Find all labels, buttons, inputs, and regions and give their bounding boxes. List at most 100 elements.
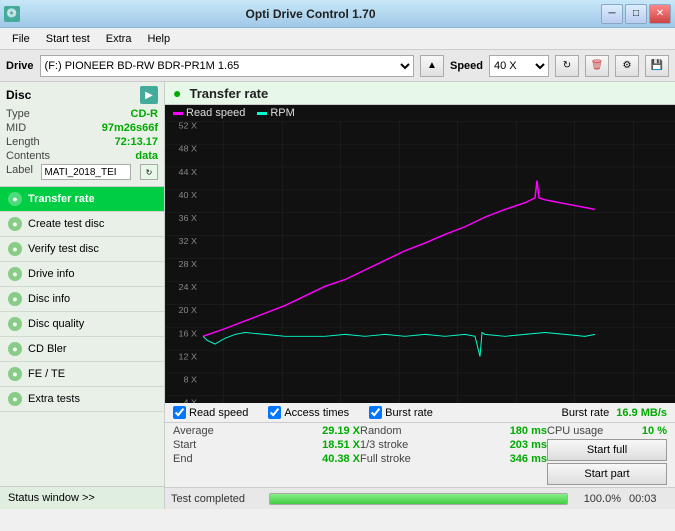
sidebar-item-create-test-disc[interactable]: ● Create test disc (0, 212, 164, 237)
disc-label-input[interactable] (41, 164, 131, 180)
drive-save-button[interactable]: 💾 (645, 55, 669, 77)
minimize-button[interactable]: ─ (601, 4, 623, 24)
status-text: Test completed (171, 493, 261, 505)
disc-label-label: Label (6, 164, 33, 180)
drive-config-button1[interactable]: 🗑 (585, 55, 609, 77)
nav-label-cd-bler: CD Bler (28, 343, 67, 355)
nav-label-disc-info: Disc info (28, 293, 70, 305)
legend-rpm: RPM (257, 107, 294, 119)
drive-config-button2[interactable]: ⚙ (615, 55, 639, 77)
menu-bar: File Start test Extra Help (0, 28, 675, 50)
disc-length-row: Length 72:13.17 (6, 136, 158, 148)
chart-svg: 52 X 48 X 44 X 40 X 36 X 32 X 28 X 24 X … (165, 121, 675, 403)
cd-bler-icon: ● (8, 342, 22, 356)
drive-select[interactable]: (F:) PIONEER BD-RW BDR-PR1M 1.65 (40, 55, 414, 77)
checkbox-burst-rate-label: Burst rate (385, 407, 433, 419)
menu-start-test[interactable]: Start test (38, 31, 98, 47)
stat-1-3-stroke-value: 203 ms (492, 439, 547, 451)
app-icon: 💿 (4, 6, 20, 22)
checkbox-access-times-label: Access times (284, 407, 349, 419)
sidebar-item-transfer-rate[interactable]: ● Transfer rate (0, 187, 164, 212)
stat-start-label: Start (173, 439, 196, 451)
checkboxes-row: Read speed Access times Burst rate Burst… (165, 403, 675, 423)
checkbox-access-times-input[interactable] (268, 406, 281, 419)
extra-tests-icon: ● (8, 392, 22, 406)
nav-label-transfer-rate: Transfer rate (28, 193, 95, 205)
stats-col2: Random 180 ms 1/3 stroke 203 ms Full str… (360, 425, 547, 485)
sidebar-item-drive-info[interactable]: ● Drive info (0, 262, 164, 287)
svg-text:52 X: 52 X (179, 121, 198, 131)
stat-random-value: 180 ms (492, 425, 547, 437)
stat-end-value: 40.38 X (305, 453, 360, 465)
stat-end-label: End (173, 453, 193, 465)
sidebar-item-disc-info[interactable]: ● Disc info (0, 287, 164, 312)
chart-area: Read speed RPM (165, 105, 675, 403)
svg-text:32 X: 32 X (179, 236, 198, 246)
svg-text:24 X: 24 X (179, 282, 198, 292)
svg-text:44 X: 44 X (179, 167, 198, 177)
stat-average: Average 29.19 X (173, 425, 360, 437)
chart-legend: Read speed RPM (165, 105, 675, 121)
transfer-rate-icon: ● (8, 192, 22, 206)
nav-label-drive-info: Drive info (28, 268, 74, 280)
stat-end: End 40.38 X (173, 453, 360, 465)
create-test-disc-icon: ● (8, 217, 22, 231)
checkbox-read-speed-input[interactable] (173, 406, 186, 419)
start-part-button[interactable]: Start part (547, 463, 667, 485)
cpu-usage-label: CPU usage (547, 425, 603, 437)
stats-col1: Average 29.19 X Start 18.51 X End 40.38 … (173, 425, 360, 485)
checkbox-burst-rate[interactable]: Burst rate (369, 406, 433, 419)
disc-section: Disc ▶ Type CD-R MID 97m26s66f Length 72… (0, 82, 164, 187)
disc-contents-label: Contents (6, 150, 50, 162)
menu-extra[interactable]: Extra (98, 31, 140, 47)
checkbox-burst-rate-input[interactable] (369, 406, 382, 419)
disc-label-refresh-button[interactable]: ↻ (140, 164, 158, 180)
disc-arrow-button[interactable]: ▶ (140, 86, 158, 104)
sidebar-item-verify-test-disc[interactable]: ● Verify test disc (0, 237, 164, 262)
stat-full-stroke: Full stroke 346 ms (360, 453, 547, 465)
svg-text:36 X: 36 X (179, 213, 198, 223)
legend-read-speed: Read speed (173, 107, 245, 119)
legend-rpm-label: RPM (270, 107, 294, 119)
speed-select[interactable]: 40 X (489, 55, 549, 77)
sidebar-item-cd-bler[interactable]: ● CD Bler (0, 337, 164, 362)
cpu-usage-value: 10 % (612, 425, 667, 437)
speed-apply-button[interactable]: ↻ (555, 55, 579, 77)
close-button[interactable]: ✕ (649, 4, 671, 24)
checkbox-access-times[interactable]: Access times (268, 406, 349, 419)
progress-track (269, 493, 568, 505)
legend-rpm-color (257, 112, 267, 115)
sidebar-item-disc-quality[interactable]: ● Disc quality (0, 312, 164, 337)
menu-file[interactable]: File (4, 31, 38, 47)
disc-info-icon: ● (8, 292, 22, 306)
maximize-button[interactable]: □ (625, 4, 647, 24)
disc-mid-row: MID 97m26s66f (6, 122, 158, 134)
drive-eject-button[interactable]: ▲ (420, 55, 444, 77)
svg-text:40 X: 40 X (179, 190, 198, 200)
legend-read-speed-label: Read speed (186, 107, 245, 119)
time-display: 00:03 (629, 493, 669, 505)
stats-col3: CPU usage 10 % Start full Start part (547, 425, 667, 485)
disc-contents-value: data (135, 150, 158, 162)
nav-label-verify-test-disc: Verify test disc (28, 243, 99, 255)
nav-label-fe-te: FE / TE (28, 368, 65, 380)
checkbox-read-speed[interactable]: Read speed (173, 406, 248, 419)
status-window-button[interactable]: Status window >> (0, 486, 164, 509)
menu-help[interactable]: Help (139, 31, 178, 47)
sidebar-item-fe-te[interactable]: ● FE / TE (0, 362, 164, 387)
fe-te-icon: ● (8, 367, 22, 381)
svg-text:48 X: 48 X (179, 144, 198, 154)
disc-contents-row: Contents data (6, 150, 158, 162)
title-bar: 💿 Opti Drive Control 1.70 ─ □ ✕ (0, 0, 675, 28)
chart-header: ● Transfer rate (165, 82, 675, 105)
disc-title: Disc (6, 88, 31, 102)
stat-average-label: Average (173, 425, 214, 437)
nav-label-disc-quality: Disc quality (28, 318, 84, 330)
disc-mid-value: 97m26s66f (102, 122, 158, 134)
stat-average-value: 29.19 X (305, 425, 360, 437)
sidebar-item-extra-tests[interactable]: ● Extra tests (0, 387, 164, 412)
window-controls: ─ □ ✕ (601, 4, 671, 24)
start-full-button[interactable]: Start full (547, 439, 667, 461)
disc-type-label: Type (6, 108, 30, 120)
svg-text:20 X: 20 X (179, 305, 198, 315)
